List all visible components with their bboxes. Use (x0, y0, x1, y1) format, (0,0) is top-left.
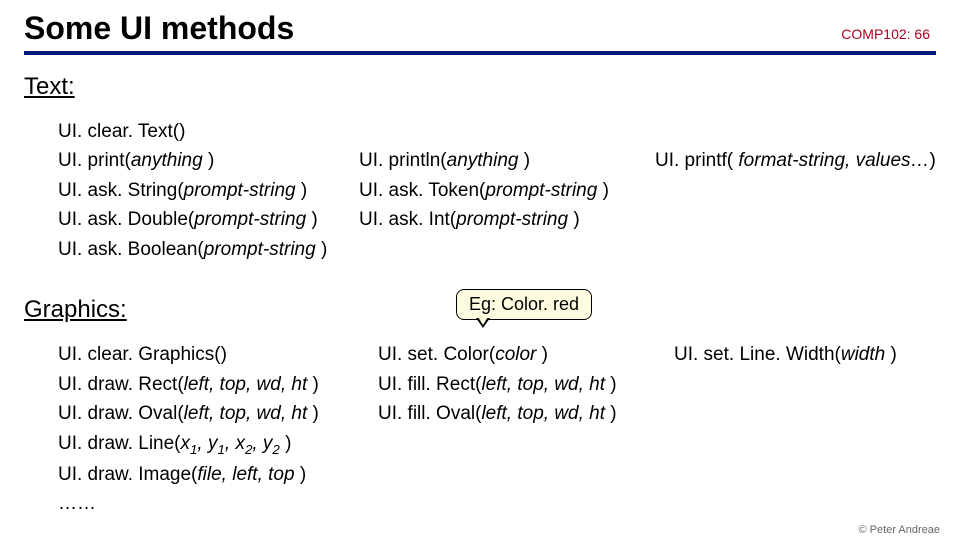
m-ask-token: UI. ask. Token(prompt-string ) (359, 176, 619, 205)
slide-number: COMP102: 66 (841, 26, 936, 42)
m-clear-graphics: UI. clear. Graphics() (58, 340, 342, 369)
m-set-line-width: UI. set. Line. Width(width ) (674, 340, 897, 369)
section-text-heading: Text: (24, 73, 936, 101)
m-draw-rect: UI. draw. Rect(left, top, wd, ht ) (58, 370, 342, 399)
m-set-color: UI. set. Color(color ) (378, 340, 638, 369)
m-ask-string: UI. ask. String(prompt-string ) (58, 176, 323, 205)
callout-color-example: Eg: Color. red (456, 289, 592, 320)
copyright: © Peter Andreae (859, 524, 941, 536)
m-draw-image: UI. draw. Image(file, left, top ) (58, 460, 306, 489)
ellipsis: …… (58, 489, 96, 518)
m-ask-int: UI. ask. Int(prompt-string ) (359, 205, 619, 234)
m-println: UI. println(anything ) (359, 146, 619, 175)
m-clear-text: UI. clear. Text() (58, 117, 185, 146)
m-ask-double: UI. ask. Double(prompt-string ) (58, 205, 323, 234)
title-rule (24, 51, 936, 55)
m-fill-oval: UI. fill. Oval(left, top, wd, ht ) (378, 399, 638, 428)
m-printf: UI. printf( format-string, values…) (655, 146, 936, 175)
text-methods: UI. clear. Text() UI. print(anything ) U… (58, 117, 936, 264)
graphics-methods: UI. clear. Graphics() UI. set. Color(col… (58, 340, 936, 519)
m-draw-oval: UI. draw. Oval(left, top, wd, ht ) (58, 399, 342, 428)
m-ask-boolean: UI. ask. Boolean(prompt-string ) (58, 235, 327, 264)
m-draw-line: UI. draw. Line(x1, y1, x2, y2 ) (58, 429, 291, 460)
slide-title: Some UI methods (24, 10, 294, 47)
m-fill-rect: UI. fill. Rect(left, top, wd, ht ) (378, 370, 638, 399)
callout-tail-icon (476, 318, 490, 328)
m-print: UI. print(anything ) (58, 146, 323, 175)
